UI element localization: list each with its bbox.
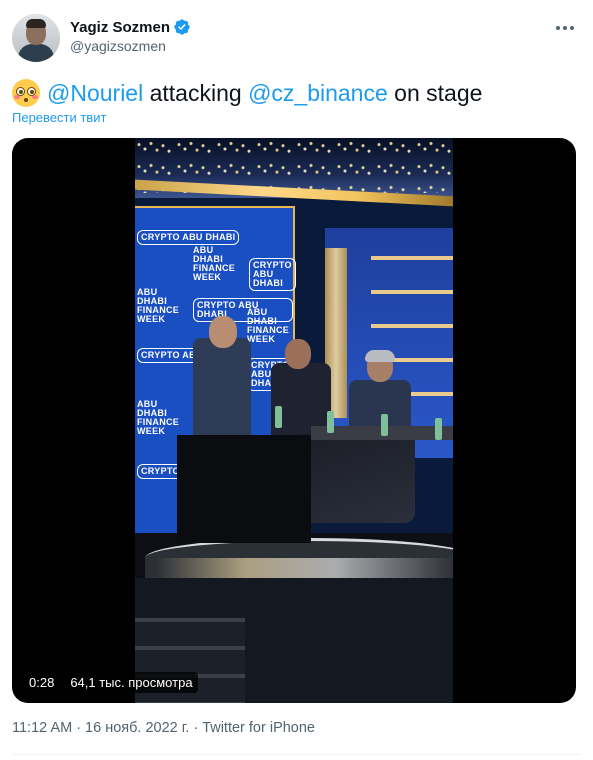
tweet-source[interactable]: Twitter for iPhone — [202, 720, 315, 736]
divider — [12, 754, 581, 755]
more-options-icon[interactable] — [553, 18, 577, 38]
backdrop-logo: ABU DHABI FINANCE WEEK — [247, 307, 290, 344]
tweet-date[interactable]: 16 нояб. 2022 г. — [85, 720, 189, 736]
user-handle[interactable]: @yagizsozmen — [70, 38, 191, 54]
video-player[interactable]: CRYPTO ABU DHABI ABU DHABI FINANCE WEEK … — [12, 138, 576, 703]
flushed-face-icon — [12, 79, 40, 107]
backdrop-logo: ABU DHABI FINANCE WEEK — [137, 287, 180, 324]
tweet-text: @Nouriel attacking @cz_binance on stage — [12, 78, 482, 108]
mention-link[interactable]: @cz_binance — [248, 78, 388, 108]
tweet-text-segment: on stage — [387, 80, 483, 106]
translate-tweet-link[interactable]: Перевести твит — [12, 110, 106, 125]
video-duration: 0:28 — [24, 672, 60, 693]
separator: · — [76, 720, 82, 736]
avatar[interactable] — [12, 14, 60, 62]
user-info[interactable]: Yagiz Sozmen @yagizsozmen — [70, 17, 191, 54]
podium — [177, 435, 311, 543]
display-name[interactable]: Yagiz Sozmen — [70, 19, 170, 36]
separator: · — [193, 720, 199, 736]
backdrop-logo: CRYPTO ABU DHABI — [249, 258, 296, 291]
tweet-meta: 11:12 AM · 16 нояб. 2022 г. · Twitter for iP… — [12, 720, 315, 736]
backdrop-logo: ABU DHABI FINANCE WEEK — [137, 399, 180, 436]
backdrop-logo: ABU DHABI FINANCE WEEK — [193, 245, 236, 282]
backdrop-logo: CRYPTO ABU DHABI — [137, 230, 240, 245]
tweet-text-segment: attacking — [143, 80, 249, 106]
verified-badge-icon — [174, 19, 190, 35]
mention-link[interactable]: @Nouriel — [47, 78, 143, 108]
view-count: 64,1 тыс. просмотра — [65, 672, 198, 693]
video-frame[interactable]: CRYPTO ABU DHABI ABU DHABI FINANCE WEEK … — [135, 138, 453, 703]
tweet-time[interactable]: 11:12 AM — [12, 720, 72, 736]
tweet-header: Yagiz Sozmen @yagizsozmen — [12, 12, 581, 64]
